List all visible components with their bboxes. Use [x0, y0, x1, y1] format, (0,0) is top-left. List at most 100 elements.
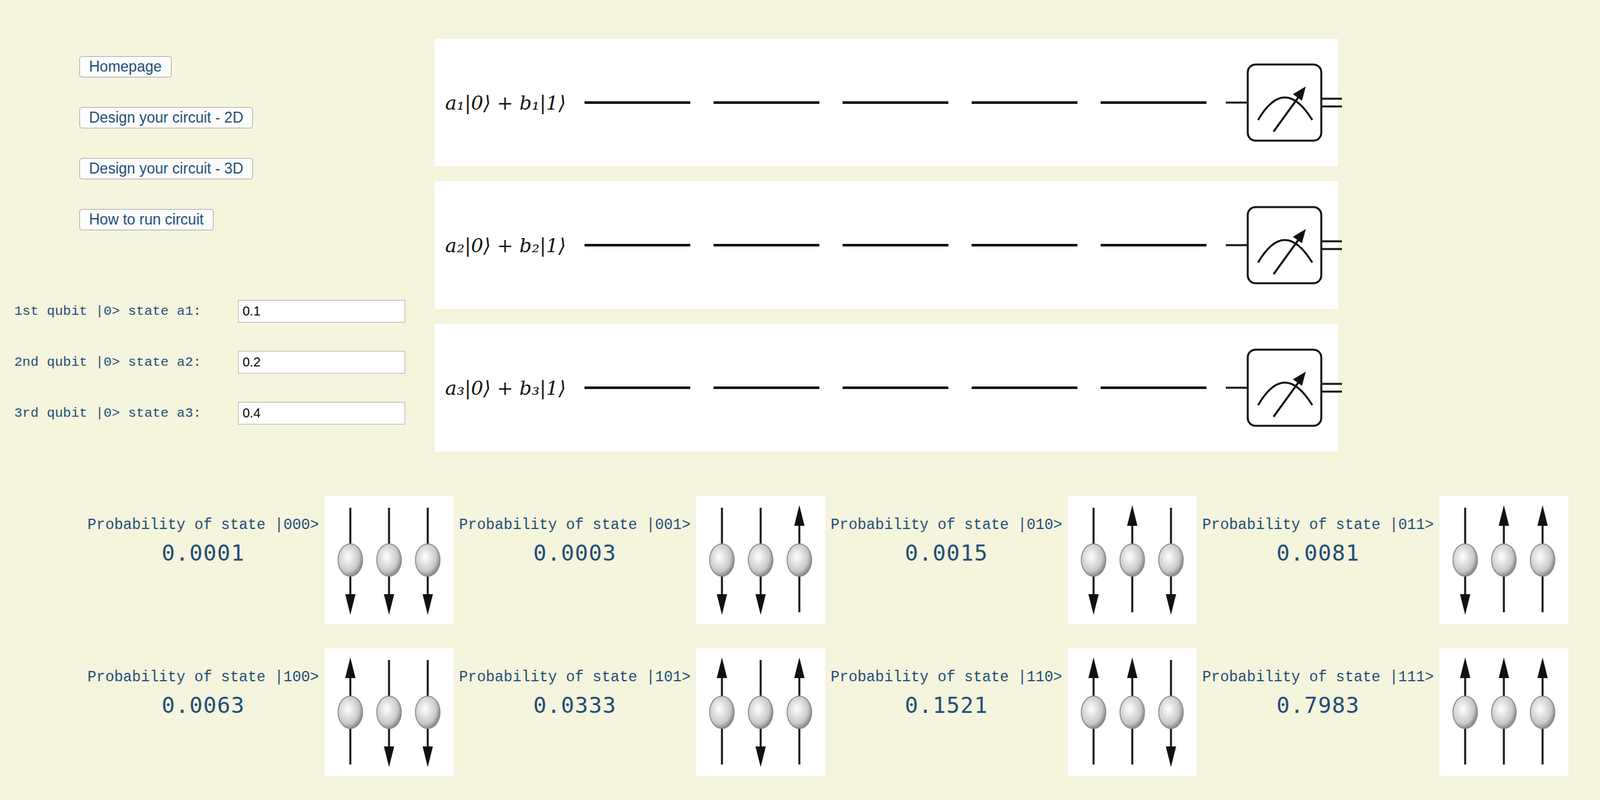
qubit-wire [584, 101, 1207, 104]
probability-label: Probability of state |001> [459, 516, 691, 534]
qubit-wire [584, 386, 1207, 390]
circuit: a₁|0⟩ + b₁|1⟩ a₂|0⟩ + b₂|1⟩ a₃|0⟩ + b₃|1⟩ [434, 38, 1339, 452]
measurement-icon [1225, 345, 1349, 430]
wire-slot[interactable] [584, 386, 691, 390]
wire-slot[interactable] [971, 101, 1078, 104]
wire-slot[interactable] [713, 386, 820, 390]
input-label: 1st qubit |0> state a1: [14, 303, 239, 319]
page: Homepage Design your circuit - 2D Design y… [0, 0, 1600, 800]
spin-down-icon [748, 507, 773, 615]
spin-down-icon [338, 507, 363, 615]
spin-up-icon [1120, 505, 1145, 613]
probability-cell: Probability of state |101> 0.0333 [453, 648, 697, 777]
spin-state-icon [1439, 648, 1569, 777]
probability-value: 0.7983 [1276, 692, 1360, 719]
spin-up-icon [1491, 505, 1517, 613]
spin-up-icon [787, 657, 812, 765]
spin-down-icon [1158, 507, 1184, 615]
input-row: 3rd qubit |0> state a3: [14, 401, 435, 425]
wire-slot[interactable] [971, 243, 1078, 247]
control-column: Homepage Design your circuit - 2D Design y… [14, 38, 435, 425]
spin-up-icon [1530, 657, 1555, 765]
input-label: 2nd qubit |0> state a2: [14, 354, 239, 370]
spin-up-icon [709, 657, 735, 765]
wire-slot[interactable] [842, 243, 949, 247]
nav-button[interactable]: How to run circuit [79, 209, 214, 231]
wire-slot[interactable] [1100, 101, 1207, 104]
wire-slot[interactable] [971, 386, 1078, 390]
probability-cell: Probability of state |110> 0.1521 [825, 648, 1068, 777]
spin-down-icon [415, 507, 440, 615]
spin-state-icon [696, 496, 826, 624]
amplitude-input[interactable] [238, 300, 406, 323]
measurement-icon [1225, 60, 1349, 145]
probability-label: Probability of state |110> [830, 669, 1063, 686]
wire-slot[interactable] [584, 101, 691, 104]
spin-down-icon [709, 507, 735, 615]
wire-slot[interactable] [1100, 386, 1207, 390]
probability-value: 0.0003 [533, 540, 617, 566]
probability-value: 0.1521 [905, 692, 989, 719]
probability-value: 0.0063 [161, 692, 246, 719]
wire-slot[interactable] [842, 101, 949, 104]
wire-slot[interactable] [842, 386, 949, 390]
amplitude-input[interactable] [238, 401, 406, 425]
spin-up-icon [1120, 657, 1145, 765]
spin-down-icon [376, 660, 402, 768]
input-row: 1st qubit |0> state a1: [14, 300, 435, 323]
wire-slot[interactable] [713, 101, 820, 104]
qubit-panel: a₃|0⟩ + b₃|1⟩ [434, 323, 1339, 452]
spin-state-icon [324, 648, 454, 777]
spin-down-icon [1452, 507, 1478, 615]
spin-down-icon [376, 507, 402, 615]
spin-up-icon [1491, 657, 1517, 765]
wire-slot[interactable] [1100, 243, 1207, 247]
input-row: 2nd qubit |0> state a2: [14, 350, 435, 374]
spin-down-icon [748, 660, 773, 768]
spin-down-icon [1081, 507, 1106, 615]
spin-up-icon [1452, 657, 1478, 765]
qubit-label: a₃|0⟩ + b₃|1⟩ [445, 376, 575, 400]
spin-up-icon [1081, 657, 1106, 765]
probability-cell: Probability of state |010> 0.0015 [825, 496, 1068, 624]
spin-state-icon [1067, 496, 1197, 624]
probability-label: Probability of state |111> [1202, 669, 1435, 686]
wire-slot[interactable] [713, 243, 820, 247]
probability-value: 0.0001 [161, 540, 246, 566]
qubit-wire [584, 243, 1207, 247]
probability-grid: Probability of state |000>0.0001Probabil… [81, 496, 1600, 777]
probability-cell: Probability of state |011> 0.0081 [1196, 496, 1440, 624]
spin-state-icon [1439, 496, 1569, 624]
probability-value: 0.0081 [1276, 540, 1360, 566]
probability-label: Probability of state |100> [87, 669, 320, 686]
top-section: Homepage Design your circuit - 2D Design y… [14, 38, 1600, 452]
nav-button[interactable]: Design your circuit - 2D [79, 107, 253, 129]
nav-button[interactable]: Homepage [79, 56, 172, 78]
measurement-icon [1225, 203, 1349, 288]
spin-up-icon [787, 505, 812, 613]
probability-value: 0.0333 [533, 692, 617, 719]
probability-value: 0.0015 [905, 540, 989, 566]
probability-cell: Probability of state |001> 0.0003 [453, 496, 697, 624]
spin-up-icon [1530, 505, 1555, 613]
probability-cell: Probability of state |100> 0.0063 [81, 648, 325, 777]
nav-buttons: Homepage Design your circuit - 2D Design y… [79, 56, 435, 231]
spin-state-icon [696, 648, 826, 777]
spin-up-icon [338, 657, 363, 765]
spin-down-icon [1158, 660, 1184, 768]
qubit-panel: a₁|0⟩ + b₁|1⟩ [434, 38, 1339, 167]
nav-button[interactable]: Design your circuit - 3D [79, 158, 253, 180]
probability-label: Probability of state |101> [459, 669, 691, 686]
probability-cell: Probability of state |000> 0.0001 [81, 496, 325, 624]
probability-label: Probability of state |000> [87, 516, 320, 534]
input-label: 3rd qubit |0> state a3: [14, 405, 239, 421]
wire-slot[interactable] [584, 243, 691, 247]
probability-label: Probability of state |010> [830, 516, 1063, 534]
probability-label: Probability of state |011> [1202, 516, 1435, 534]
spin-state-icon [1067, 648, 1197, 777]
qubit-label: a₂|0⟩ + b₂|1⟩ [445, 234, 575, 257]
spin-down-icon [415, 660, 440, 768]
qubit-label: a₁|0⟩ + b₁|1⟩ [445, 91, 575, 115]
spin-state-icon [324, 496, 454, 624]
amplitude-input[interactable] [238, 350, 406, 374]
